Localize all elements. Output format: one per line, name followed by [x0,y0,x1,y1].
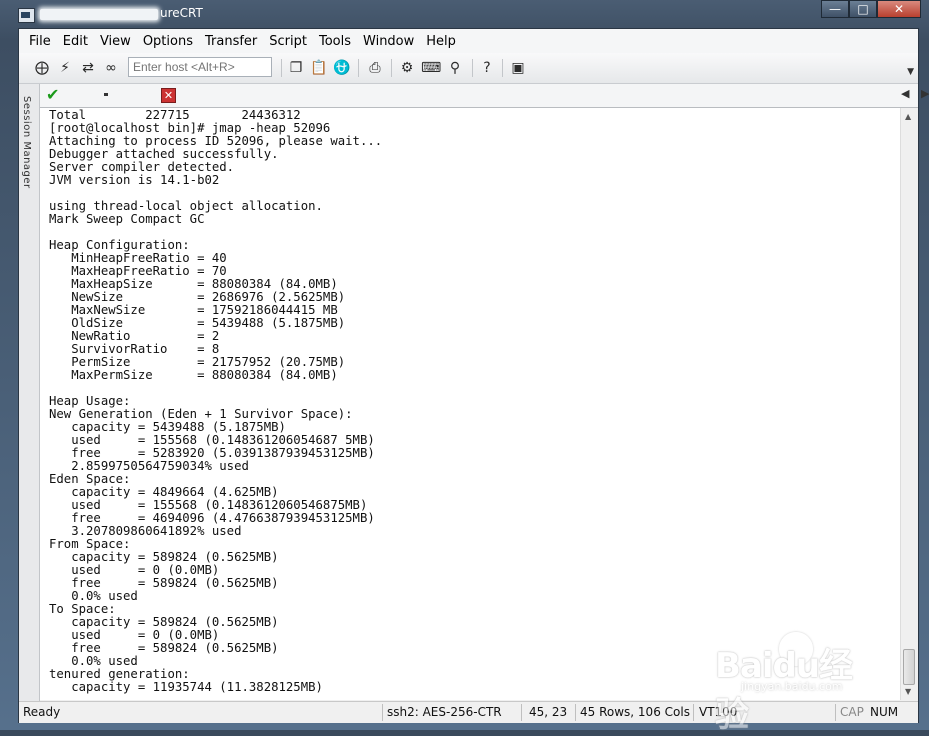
session-tab-redacted[interactable] [104,93,108,96]
settings-gear-icon[interactable]: ⚙ [398,59,416,77]
securecrt-window: ureCRT — □ ✕ File Edit View Options Tran… [0,0,929,735]
menu-bar: File Edit View Options Transfer Script T… [19,29,918,53]
status-size: 45 Rows, 106 Cols [580,705,690,719]
menu-transfer[interactable]: Transfer [205,32,257,51]
session-manager-label: Session Manager [21,96,32,189]
client-area: File Edit View Options Transfer Script T… [18,28,929,723]
tab-next-icon[interactable]: ▶ [921,87,929,100]
terminal-output[interactable]: Total 227715 24436312 [root@localhost bi… [40,108,900,700]
terminal-text: Total 227715 24436312 [root@localhost bi… [49,108,383,694]
toolbar-separator [391,59,392,77]
status-separator [521,704,522,721]
toolbar-separator [472,59,473,77]
connected-check-icon: ✔ [46,85,60,104]
reconnect-icon[interactable]: ⇄ [79,59,97,77]
status-separator [575,704,576,721]
paste-icon[interactable]: 📋 [310,59,328,77]
watermark-sub: jingyan.baidu.com [741,680,843,693]
tab-prev-icon[interactable]: ◀ [901,87,909,100]
connect-icon[interactable]: ⨁ [33,59,51,77]
toolbar-overflow-icon[interactable]: ▼ [907,67,914,77]
toolbar-separator [281,59,282,77]
session-tab-bar: ✔ ✕ ◀ ▶ [40,84,929,108]
window-controls: — □ ✕ [821,0,921,19]
quick-connect-icon[interactable]: ⚡ [56,59,74,77]
close-icon[interactable]: ✕ [877,0,921,18]
screen-icon[interactable]: ▣ [509,59,527,77]
maximize-icon[interactable]: □ [849,0,877,18]
menu-help[interactable]: Help [426,32,456,51]
copy-icon[interactable]: ❐ [287,59,305,77]
window-title: ureCRT [160,6,203,20]
status-cipher: ssh2: AES-256-CTR [387,705,502,719]
print-icon[interactable]: ⎙ [366,59,384,77]
baidu-watermark: Baidu经验 jingyan.baidu.com [715,628,885,735]
status-cursor: 45, 23 [529,705,568,719]
menu-script[interactable]: Script [269,32,307,51]
menu-tools[interactable]: Tools [319,32,351,51]
menu-options[interactable]: Options [143,32,193,51]
title-redacted [40,9,158,20]
tab-close-icon[interactable]: ✕ [161,88,176,103]
disconnect-icon[interactable]: ∞ [102,59,120,77]
toolbar-separator [358,59,359,77]
status-separator [382,704,383,721]
vertical-scrollbar[interactable]: ▲ ▼ [900,108,918,700]
session-manager-panel[interactable]: Session Manager [19,84,40,701]
scroll-thumb[interactable] [903,649,915,685]
menu-view[interactable]: View [100,32,131,51]
keymap-icon[interactable]: ⌨ [421,59,441,77]
toolbar-separator [502,59,503,77]
title-bar: ureCRT — □ ✕ [0,0,929,28]
scroll-up-icon[interactable]: ▲ [905,112,911,121]
host-input[interactable] [128,57,272,77]
sftp-icon[interactable]: ⚲ [446,59,464,77]
menu-edit[interactable]: Edit [63,32,88,51]
menu-file[interactable]: File [29,32,51,51]
help-icon[interactable]: ? [478,59,496,77]
scroll-down-icon[interactable]: ▼ [905,687,911,696]
find-icon[interactable]: ⛎ [333,59,351,77]
toolbar: ⨁ ⚡ ⇄ ∞ ❐ 📋 ⛎ ⎙ ⚙ ⌨ ⚲ ? ▣ ▼ [19,53,918,84]
menu-window[interactable]: Window [363,32,414,51]
status-ready: Ready [23,705,61,719]
status-separator [693,704,694,721]
minimize-icon[interactable]: — [821,0,849,18]
app-icon[interactable] [18,8,35,23]
